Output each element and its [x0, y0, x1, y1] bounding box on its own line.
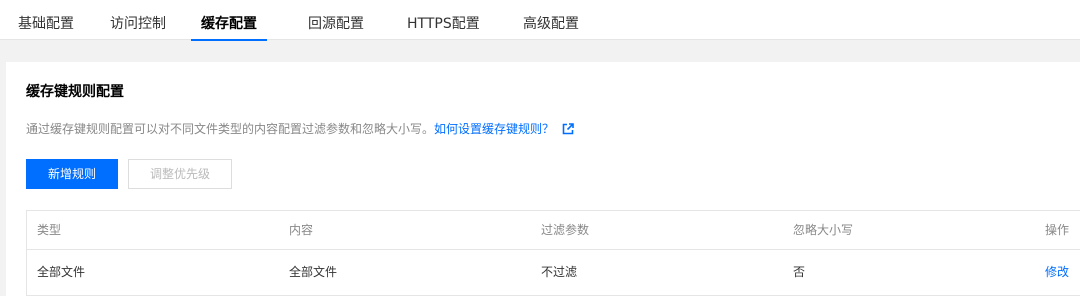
tab-advanced-config[interactable]: 高级配置: [523, 0, 579, 40]
cell-ignore-case: 否: [793, 265, 806, 279]
tab-access-control[interactable]: 访问控制: [110, 0, 166, 40]
tab-basic-config[interactable]: 基础配置: [18, 0, 74, 40]
header-content: 内容: [289, 223, 314, 237]
help-link[interactable]: 如何设置缓存键规则？: [434, 122, 554, 136]
external-link-icon[interactable]: [562, 122, 574, 140]
description-text: 通过缓存键规则配置可以对不同文件类型的内容配置过滤参数和忽略大小写。: [26, 122, 435, 136]
table-row: 全部文件 全部文件 不过滤 否 修改: [27, 250, 1080, 296]
header-ignore-case: 忽略大小写: [793, 223, 854, 237]
adjust-priority-button: 调整优先级: [128, 159, 232, 189]
section-description: 通过缓存键规则配置可以对不同文件类型的内容配置过滤参数和忽略大小写。如何设置缓存…: [26, 120, 574, 140]
rules-table: 类型 内容 过滤参数 忽略大小写 操作 全部文件 全部文件 不过滤 否 修改: [26, 210, 1080, 296]
header-filter-params: 过滤参数: [541, 223, 590, 237]
cache-key-rule-card: 缓存键规则配置 通过缓存键规则配置可以对不同文件类型的内容配置过滤参数和忽略大小…: [6, 62, 1080, 296]
tab-origin-config[interactable]: 回源配置: [308, 0, 364, 40]
table-header: 类型 内容 过滤参数 忽略大小写 操作: [27, 211, 1080, 250]
add-rule-button[interactable]: 新增规则: [26, 159, 118, 189]
header-type: 类型: [37, 223, 62, 237]
tab-bar: 基础配置 访问控制 缓存配置 回源配置 HTTPS配置 高级配置: [0, 0, 1080, 41]
section-title: 缓存键规则配置: [26, 84, 124, 100]
cell-type: 全部文件: [37, 265, 86, 279]
tab-https-config[interactable]: HTTPS配置: [407, 0, 480, 40]
cell-content: 全部文件: [289, 265, 338, 279]
edit-rule-link[interactable]: 修改: [1045, 250, 1069, 295]
cell-filter-params: 不过滤: [541, 265, 578, 279]
tab-cache-config[interactable]: 缓存配置: [191, 0, 267, 41]
header-actions: 操作: [1045, 223, 1070, 237]
